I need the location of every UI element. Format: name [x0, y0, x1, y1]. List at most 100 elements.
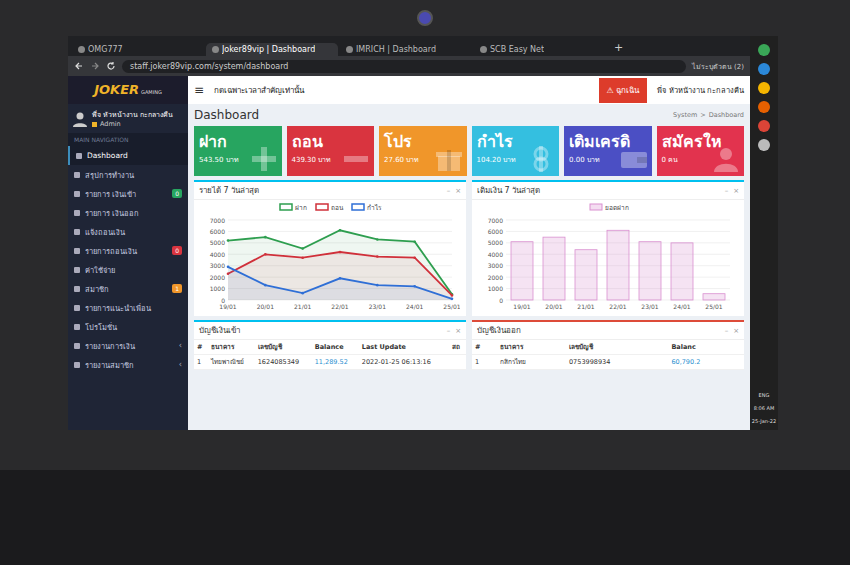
stat-card[interactable]: ถอน439.30 บาท — [287, 126, 375, 176]
browser-tab[interactable]: Joker89vip | Dashboard — [206, 43, 338, 56]
sidebar-item[interactable]: รายการ เงินออก — [68, 203, 188, 222]
sidebar-item[interactable]: รายงานการเงิน‹ — [68, 336, 188, 355]
table-row[interactable]: 1กสิกรไทย075399893460,790.2 — [472, 355, 744, 370]
stat-card[interactable]: เติมเครดิ0.00 บาท — [564, 126, 652, 176]
account-table: #ธนาคารเลขบัญชีBalanceLast Updateสถ1ไทยพ… — [194, 340, 466, 370]
breadcrumb-item[interactable]: System — [673, 111, 697, 119]
bar[interactable] — [511, 242, 533, 300]
stat-card[interactable]: สมัครให0 คน — [657, 126, 745, 176]
stat-card[interactable]: กำไร104.20 บาท — [472, 126, 560, 176]
panel-control[interactable]: × — [455, 187, 461, 195]
page-title: Dashboard — [194, 108, 673, 122]
bar[interactable] — [671, 243, 693, 300]
sidebar-item[interactable]: สมาชิก1 — [68, 279, 188, 298]
svg-text:กำไร: กำไร — [367, 204, 382, 212]
data-point[interactable] — [339, 251, 342, 254]
breadcrumb-item[interactable]: Dashboard — [709, 111, 744, 119]
clock-date[interactable]: 25-Jan-22 — [752, 418, 776, 424]
sidebar-item[interactable]: รายการถอนเงิน0 — [68, 241, 188, 260]
data-point[interactable] — [376, 238, 379, 241]
bar[interactable] — [703, 294, 725, 300]
panel-control[interactable]: – — [725, 327, 729, 335]
menu-item-icon — [74, 267, 80, 273]
data-point[interactable] — [451, 294, 454, 297]
topup-chart-panel: เติมเงิน 7 วันล่าสุด–×010002000300040005… — [472, 180, 744, 316]
svg-text:5000: 5000 — [488, 239, 503, 246]
menu-toggle[interactable]: ≡ — [194, 83, 204, 97]
sidebar-item[interactable]: รายการ เงินเข้า0 — [68, 184, 188, 203]
sidebar-item[interactable]: ค่าใช้จ่าย — [68, 260, 188, 279]
bar[interactable] — [543, 237, 565, 300]
panel-control[interactable]: – — [447, 187, 451, 195]
emergency-button[interactable]: ⚠ ฉุกเฉิน — [599, 78, 648, 103]
data-point[interactable] — [413, 285, 416, 288]
sidebar-item[interactable]: แจ้งถอนเงิน — [68, 222, 188, 241]
data-point[interactable] — [264, 284, 267, 287]
app-icon[interactable] — [758, 139, 770, 151]
data-point[interactable] — [451, 298, 454, 301]
clock-time[interactable]: 8:06 AM — [754, 405, 775, 411]
sidebar-item[interactable]: Dashboard — [68, 146, 188, 165]
data-point[interactable] — [227, 239, 230, 242]
count-badge: 1 — [172, 284, 182, 293]
browser-tab[interactable]: IMRICH | Dashboard — [340, 43, 472, 56]
sidebar-item[interactable]: โปรโมชั่น — [68, 317, 188, 336]
user-panel: พี่จ หัวหน้างาน กะกลางคืนAdmin — [68, 104, 188, 133]
data-point[interactable] — [301, 292, 304, 295]
bar[interactable] — [607, 230, 629, 300]
language-indicator[interactable]: ENG — [759, 392, 770, 398]
data-point[interactable] — [413, 240, 416, 243]
app-icon[interactable] — [758, 63, 770, 75]
url-field[interactable]: staff.joker89vip.com/system/dashboard — [122, 60, 686, 73]
svg-text:19/01: 19/01 — [219, 303, 236, 310]
data-point[interactable] — [227, 266, 230, 269]
data-point[interactable] — [339, 229, 342, 232]
logo[interactable]: JOKERGAMING — [68, 76, 188, 104]
bezel-right — [778, 36, 850, 430]
panel-control[interactable]: × — [733, 327, 739, 335]
back-arrow-icon[interactable] — [74, 61, 84, 71]
bar-chart: 0100020003000400050006000700019/0120/012… — [478, 200, 738, 316]
breadcrumb: System>Dashboard — [673, 111, 744, 119]
table-row[interactable]: 1ไทยพาณิชย์162408534911,289.522022-01-25… — [194, 355, 466, 370]
sidebar-item[interactable]: สรุปการทำงาน — [68, 165, 188, 184]
stat-card[interactable]: โปร27.60 บาท — [379, 126, 467, 176]
svg-text:2000: 2000 — [210, 274, 225, 281]
browser-tab[interactable]: SCB Easy Net — [474, 43, 606, 56]
app-icon[interactable] — [758, 82, 770, 94]
favicon-icon — [212, 46, 219, 53]
data-point[interactable] — [301, 256, 304, 259]
data-point[interactable] — [376, 284, 379, 287]
data-point[interactable] — [264, 253, 267, 256]
app-icon[interactable] — [758, 120, 770, 132]
data-point[interactable] — [413, 256, 416, 259]
bar[interactable] — [575, 250, 597, 300]
data-point[interactable] — [339, 277, 342, 280]
svg-text:24/01: 24/01 — [673, 303, 690, 310]
panel-control[interactable]: – — [725, 187, 729, 195]
svg-text:23/01: 23/01 — [369, 303, 386, 310]
expand-arrow: ‹ — [179, 341, 182, 350]
stat-card[interactable]: ฝาก543.50 บาท — [194, 126, 282, 176]
app-icon[interactable] — [758, 44, 770, 56]
menu-item-icon — [74, 248, 80, 254]
new-tab-button[interactable]: + — [608, 41, 629, 56]
data-point[interactable] — [264, 236, 267, 239]
sidebar-item[interactable]: รายงานสมาชิก‹ — [68, 355, 188, 374]
browser-tab[interactable]: OMG777 — [72, 43, 204, 56]
panel-control[interactable]: × — [733, 187, 739, 195]
profile-button[interactable]: ไม่ระบุตัวตน (2) — [692, 61, 744, 72]
panel-control[interactable]: – — [447, 327, 451, 335]
data-point[interactable] — [301, 247, 304, 250]
panel-control[interactable]: × — [455, 327, 461, 335]
svg-text:1000: 1000 — [488, 285, 503, 292]
data-point[interactable] — [376, 255, 379, 258]
header-user[interactable]: พี่จ หัวหน้างาน กะกลางคืน — [657, 84, 744, 96]
bar[interactable] — [639, 242, 661, 300]
reload-icon[interactable] — [106, 61, 116, 71]
bezel-top — [0, 0, 850, 36]
app-icon[interactable] — [758, 101, 770, 113]
forward-arrow-icon[interactable] — [90, 61, 100, 71]
chart-series: ฝาก — [227, 204, 454, 300]
sidebar-item[interactable]: รายการแนะนำเพื่อน — [68, 298, 188, 317]
